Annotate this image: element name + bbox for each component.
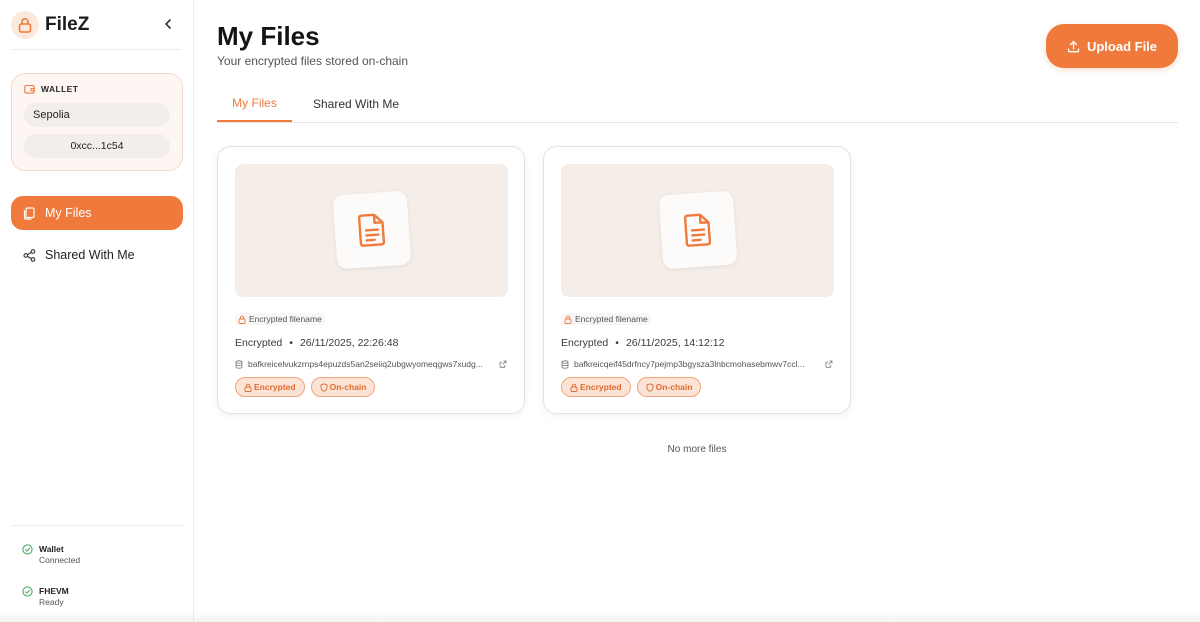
file-badges: Encrypted On-chain: [561, 377, 702, 397]
bottom-shadow: [0, 612, 1200, 622]
sidebar-item-label: My Files: [45, 206, 92, 220]
check-circle-icon: [22, 586, 33, 597]
badge-label: Encrypted: [580, 382, 622, 392]
encrypted-badge: Encrypted: [235, 377, 305, 397]
encrypted-filename: Encrypted filename: [561, 313, 651, 325]
wallet-address[interactable]: 0xcc...1c54: [24, 134, 170, 158]
upload-button-label: Upload File: [1086, 38, 1158, 54]
wallet-heading-label: WALLET: [41, 84, 79, 94]
no-more-files: No more files: [667, 444, 727, 455]
file-card[interactable]: Encrypted filename Encrypted • 26/11/202…: [217, 146, 525, 414]
lock-icon: [238, 315, 246, 324]
on-chain-badge: On-chain: [636, 377, 702, 397]
chevron-left-icon: [164, 19, 171, 29]
lock-icon: [11, 10, 39, 39]
on-chain-badge: On-chain: [310, 377, 376, 397]
file-thumbnail: [561, 164, 834, 297]
encrypted-filename: Encrypted filename: [235, 313, 325, 325]
status-subtitle: Ready: [39, 597, 64, 607]
file-cid: bafkreicqeif45drfncy7pejmp3bgysza3lnbcmo…: [561, 359, 836, 369]
file-thumbnail: [235, 164, 508, 297]
status-subtitle: Connected: [39, 555, 81, 565]
filename-label: Encrypted filename: [249, 314, 322, 324]
cid-text[interactable]: bafkreicelvukzrnps4epuzds5an2seiiq2ubgwy…: [248, 359, 494, 369]
status-title: FHEVM: [39, 586, 69, 596]
file-state: Encrypted: [235, 337, 283, 349]
badge-label: Encrypted: [254, 382, 296, 392]
check-circle-icon: [22, 544, 33, 555]
badge-label: On-chain: [329, 382, 367, 392]
fhevm-status: FHEVM Ready: [22, 586, 69, 607]
upload-file-button[interactable]: Upload File: [1046, 24, 1178, 68]
sidebar-item-shared-with-me[interactable]: Shared With Me: [11, 238, 183, 272]
lock-icon: [570, 383, 578, 392]
external-link-icon[interactable]: [825, 360, 833, 368]
encrypted-badge: Encrypted: [561, 377, 631, 397]
sidebar-item-label: Shared With Me: [45, 248, 135, 262]
upload-icon: [1067, 40, 1080, 52]
file-meta: Encrypted • 26/11/2025, 14:12:12: [561, 337, 724, 349]
file-state: Encrypted: [561, 337, 609, 349]
wallet-card: WALLET Sepolia 0xcc...1c54: [11, 73, 183, 171]
filename-label: Encrypted filename: [575, 314, 648, 324]
wallet-status: Wallet Connected: [22, 544, 80, 565]
file-meta: Encrypted • 26/11/2025, 22:26:48: [235, 337, 398, 349]
files-icon: [23, 206, 35, 220]
lock-icon: [564, 315, 572, 324]
sidebar-item-my-files[interactable]: My Files: [11, 196, 183, 230]
status-area: Wallet Connected FHEVM Ready: [11, 525, 183, 622]
meta-separator: •: [289, 337, 293, 349]
document-icon: [332, 190, 412, 270]
page-title: My Files: [217, 21, 320, 51]
file-card[interactable]: Encrypted filename Encrypted • 26/11/202…: [543, 146, 851, 414]
wallet-icon: [24, 84, 35, 94]
cid-text[interactable]: bafkreicqeif45drfncy7pejmp3bgysza3lnbcmo…: [574, 359, 820, 369]
share-icon: [23, 248, 36, 262]
database-icon: [235, 359, 243, 369]
page-subtitle: Your encrypted files stored on-chain: [217, 54, 409, 68]
document-icon: [658, 190, 738, 270]
meta-separator: •: [615, 337, 619, 349]
main-content: My Files Your encrypted files stored on-…: [194, 0, 1200, 622]
file-cid: bafkreicelvukzrnps4epuzds5an2seiiq2ubgwy…: [235, 359, 510, 369]
tabs: My Files Shared With Me: [217, 86, 1178, 123]
lock-icon: [244, 383, 252, 392]
collapse-sidebar-button[interactable]: [160, 16, 176, 32]
file-badges: Encrypted On-chain: [235, 377, 376, 397]
tab-shared-with-me[interactable]: Shared With Me: [292, 86, 420, 122]
network-selector[interactable]: Sepolia: [24, 103, 170, 127]
app-root: FileZ WALLET Sepolia 0xcc...1c54 My File…: [0, 0, 1200, 622]
shield-icon: [320, 382, 328, 392]
external-link-icon[interactable]: [499, 360, 507, 368]
file-date: 26/11/2025, 14:12:12: [625, 337, 725, 349]
status-title: Wallet: [39, 544, 64, 554]
brand-header: FileZ: [11, 0, 182, 50]
file-date: 26/11/2025, 22:26:48: [299, 337, 399, 349]
tab-my-files[interactable]: My Files: [217, 86, 292, 122]
badge-label: On-chain: [655, 382, 693, 392]
sidebar: FileZ WALLET Sepolia 0xcc...1c54 My File…: [0, 0, 194, 622]
shield-icon: [646, 382, 654, 392]
brand-name: FileZ: [45, 13, 90, 35]
database-icon: [561, 359, 569, 369]
wallet-heading: WALLET: [24, 84, 170, 94]
